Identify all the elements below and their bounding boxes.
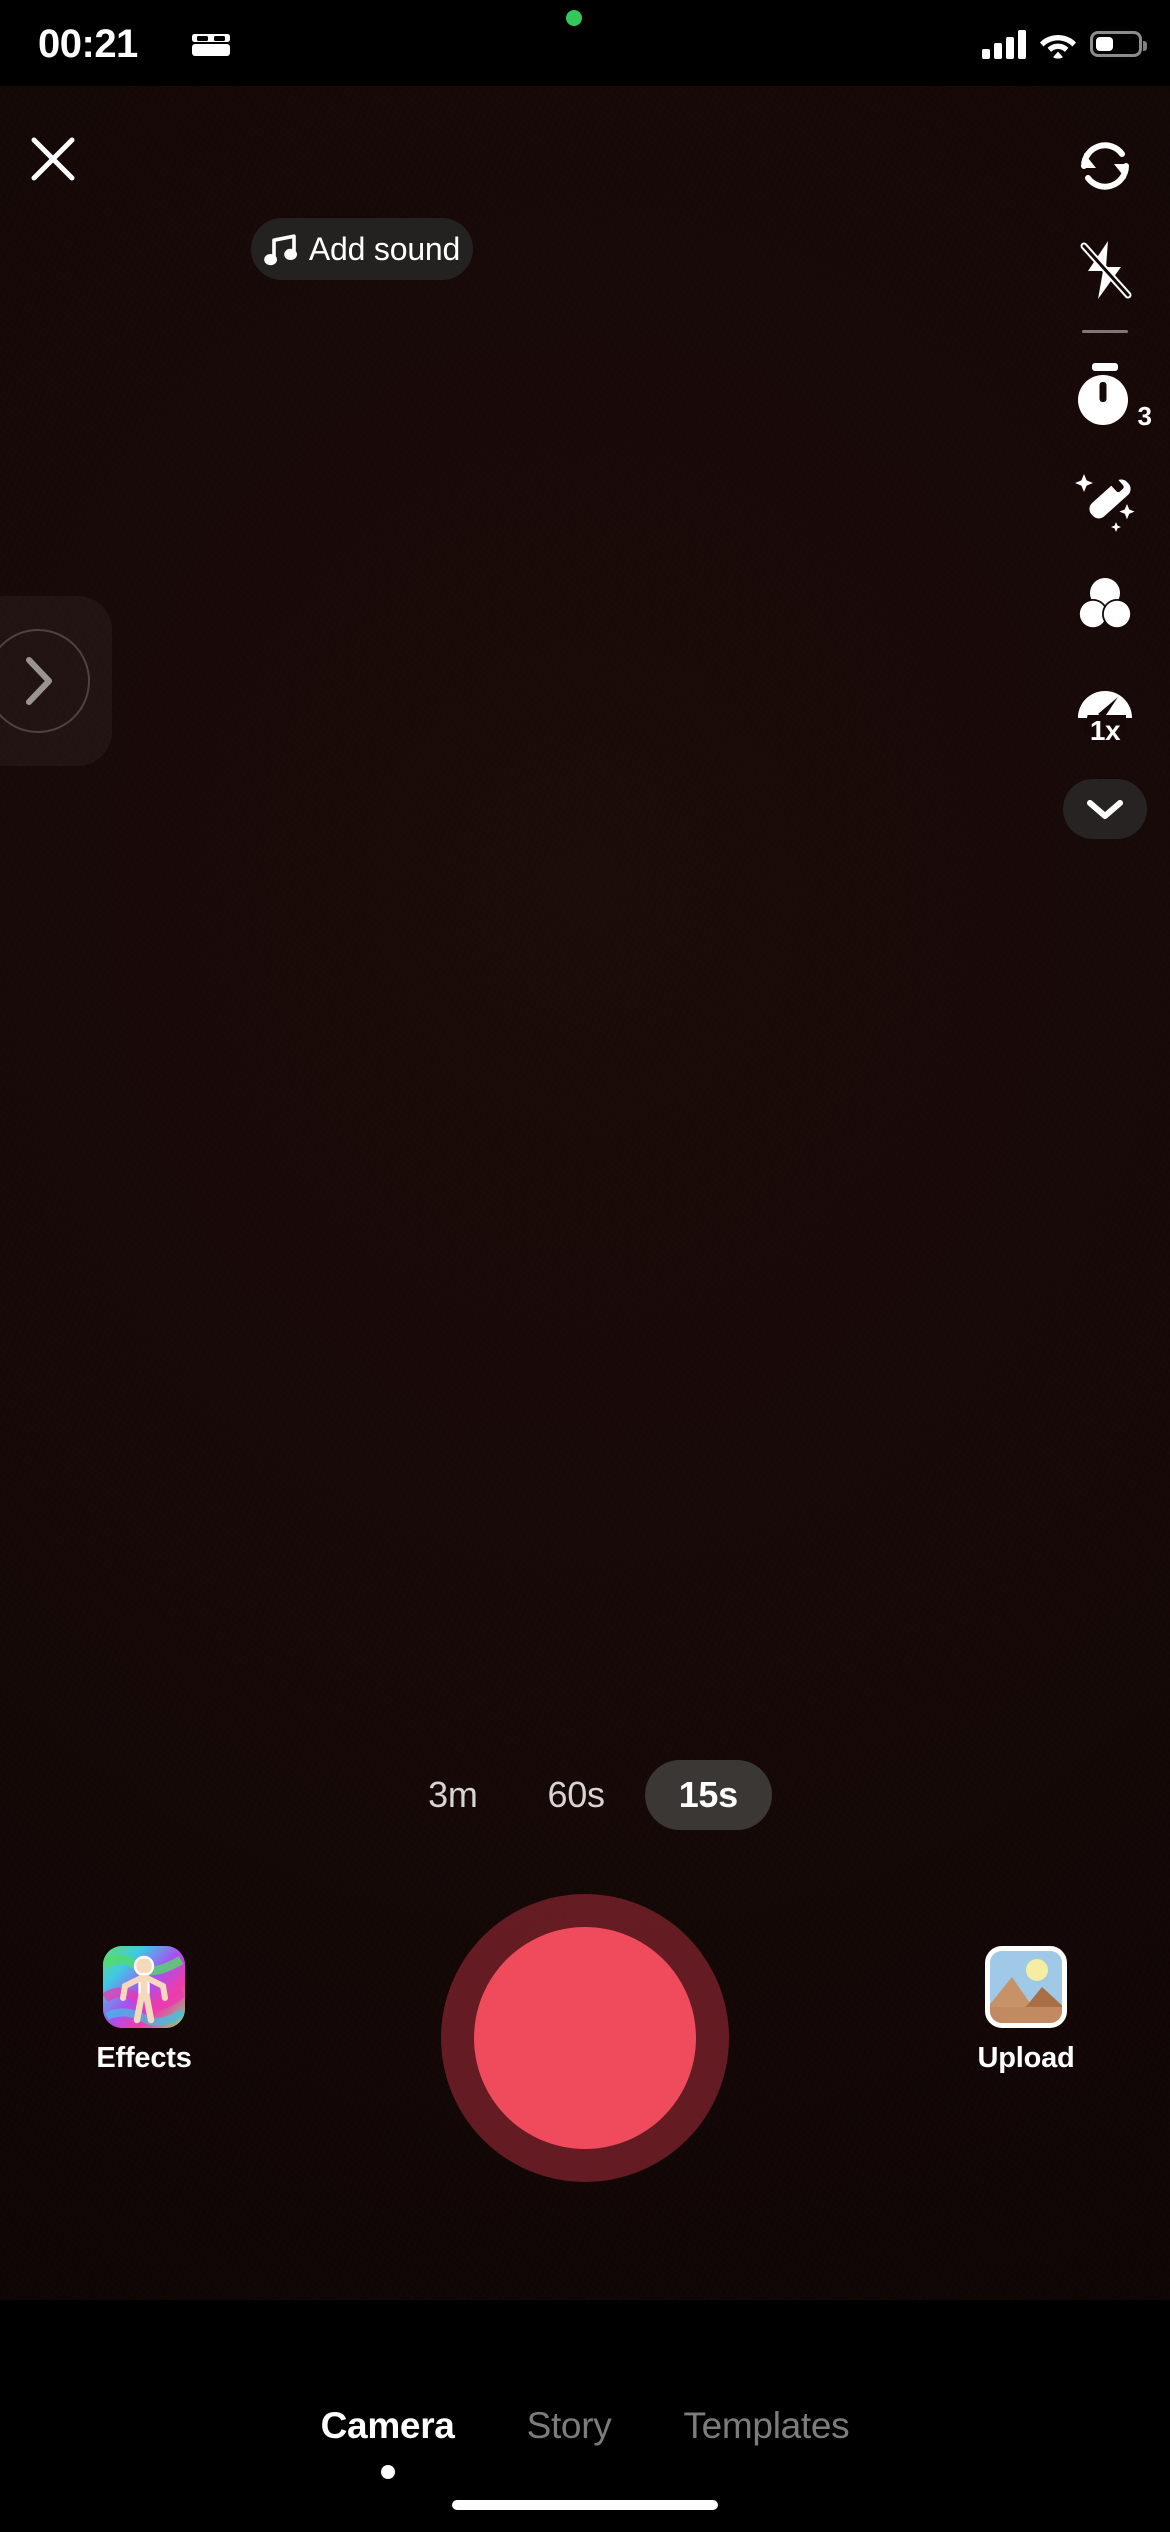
duration-option-label: 60s <box>548 1774 605 1816</box>
bed-icon <box>192 31 230 57</box>
camera-tool-rail: 3 <box>1040 120 1170 839</box>
flip-camera-button[interactable] <box>1050 120 1160 212</box>
tab-camera[interactable]: Camera <box>285 2406 491 2479</box>
add-sound-button[interactable]: Add sound <box>251 218 473 280</box>
duration-option-label: 3m <box>428 1774 477 1816</box>
status-time: 00:21 <box>38 22 138 67</box>
enhance-button[interactable] <box>1050 453 1160 545</box>
effects-button[interactable]: Effects <box>44 1946 244 2075</box>
duration-option-60s[interactable]: 60s <box>518 1760 635 1830</box>
battery-fill <box>1096 37 1113 51</box>
close-button[interactable] <box>22 128 84 190</box>
status-bar-right-group <box>982 24 1142 64</box>
tab-templates[interactable]: Templates <box>647 2406 885 2479</box>
battery-icon <box>1090 31 1142 57</box>
flash-off-icon <box>1074 237 1136 303</box>
duration-selector: 3m 60s 15s <box>0 1760 1170 1830</box>
tab-templates-label: Templates <box>683 2406 849 2447</box>
filters-button[interactable] <box>1050 557 1160 649</box>
tiktok-camera-screen: 00:21 <box>0 0 1170 2532</box>
collapse-tools-button[interactable] <box>1063 779 1147 839</box>
duration-option-label: 15s <box>679 1774 738 1816</box>
upload-label: Upload <box>977 2042 1074 2075</box>
cellular-signal-icon <box>982 29 1026 59</box>
duration-option-3m[interactable]: 3m <box>398 1760 507 1830</box>
home-indicator[interactable] <box>452 2500 718 2510</box>
chevron-right-icon <box>14 652 62 710</box>
tool-rail-divider <box>1082 330 1128 333</box>
flash-button[interactable] <box>1050 224 1160 316</box>
upload-button[interactable]: Upload <box>926 1946 1126 2075</box>
privacy-dot <box>566 10 582 26</box>
tab-camera-label: Camera <box>321 2406 455 2447</box>
duration-option-15s[interactable]: 15s <box>645 1760 772 1830</box>
active-tab-indicator <box>381 2465 395 2479</box>
timer-icon <box>1072 360 1138 430</box>
speed-label: 1x <box>1090 717 1120 745</box>
chevron-down-icon <box>1085 796 1125 822</box>
record-button[interactable] <box>441 1894 729 2182</box>
status-bar: 00:21 <box>0 0 1170 86</box>
add-sound-label: Add sound <box>309 233 460 265</box>
effects-label: Effects <box>96 2042 191 2075</box>
tab-story-label: Story <box>527 2406 612 2447</box>
record-controls-row: Effects Upload <box>0 1880 1170 2180</box>
close-icon <box>27 133 79 185</box>
timer-button[interactable]: 3 <box>1050 349 1160 441</box>
flip-camera-icon <box>1072 133 1138 199</box>
speed-button[interactable]: 1x <box>1050 661 1160 753</box>
magic-wand-icon <box>1072 466 1138 532</box>
bottom-spacer <box>0 2300 1170 2376</box>
expand-panel-button[interactable] <box>0 596 112 766</box>
wifi-icon <box>1039 30 1077 59</box>
tab-story[interactable]: Story <box>491 2406 648 2479</box>
timer-badge: 3 <box>1138 403 1152 429</box>
photo-thumbnail-icon <box>985 1946 1067 2028</box>
record-button-inner <box>474 1927 696 2149</box>
expand-panel-circle <box>0 629 90 733</box>
filters-icon <box>1072 570 1138 636</box>
effects-thumbnail-icon <box>103 1946 185 2028</box>
music-note-icon <box>264 231 298 267</box>
